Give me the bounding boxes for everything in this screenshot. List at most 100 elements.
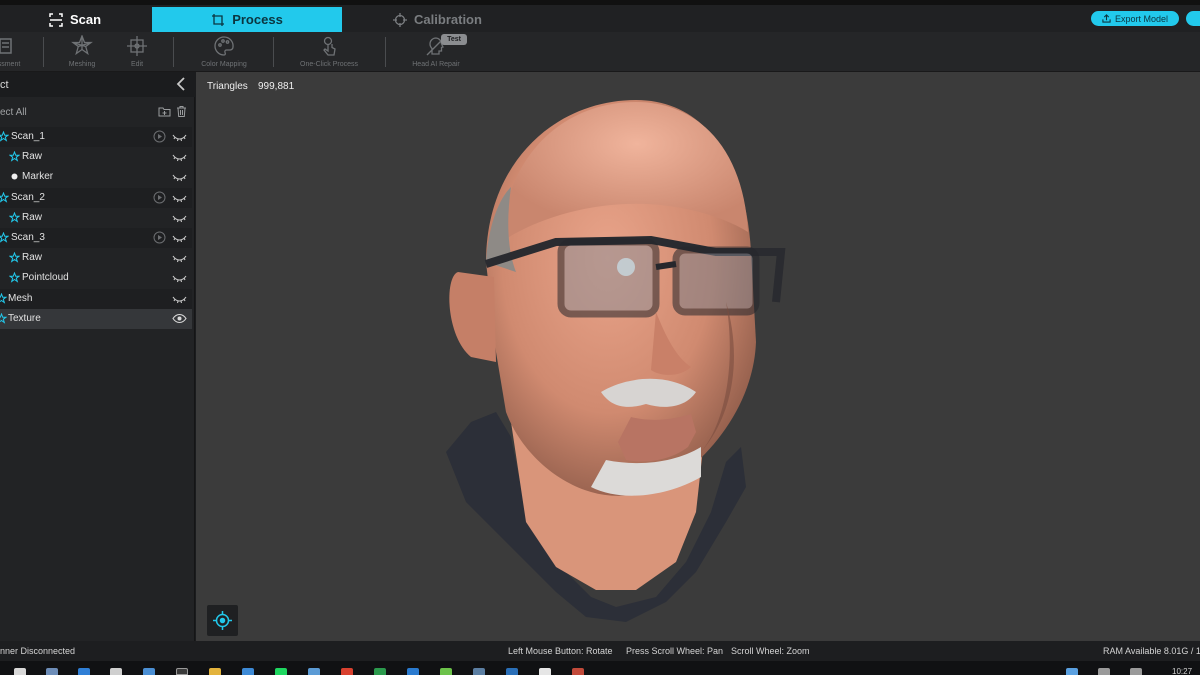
tab-calibration-label: Calibration [414, 12, 482, 27]
tree-item-label: Scan_2 [11, 192, 45, 203]
scan-icon [49, 12, 63, 27]
panel-header: ct [0, 72, 195, 97]
taskbar-app-icon[interactable] [572, 668, 584, 675]
star-node-icon [9, 212, 20, 223]
tree-item-label: Raw [22, 252, 43, 263]
tree-item[interactable]: Scan_2 [0, 188, 192, 208]
taskbar-app-icon[interactable] [341, 668, 353, 675]
process-toolbar: ssment Meshing Edit Color Mapping One-Cl… [0, 32, 1200, 72]
tree-item[interactable]: Raw [0, 147, 192, 167]
tool-one-click-label: One-Click Process [300, 61, 358, 68]
hint-rotate: Left Mouse Button: Rotate [508, 646, 613, 656]
collapse-panel-icon[interactable] [175, 76, 187, 92]
tree-item[interactable]: Raw [0, 248, 192, 268]
edit-icon [127, 36, 147, 56]
scanner-status: nner Disconnected [0, 646, 76, 656]
tree-item-label: Scan_3 [11, 232, 45, 243]
3d-viewport[interactable]: Triangles 999,881 [196, 72, 1200, 641]
taskbar-tray-icon[interactable] [1098, 668, 1110, 675]
reset-view-button[interactable] [207, 605, 238, 636]
add-folder-icon[interactable] [158, 105, 171, 118]
triangles-label: Triangles [207, 81, 248, 92]
taskbar-app-icon[interactable] [176, 668, 188, 675]
taskbar-app-icon[interactable] [209, 668, 221, 675]
dot-node-icon [11, 173, 18, 180]
tool-color-mapping-label: Color Mapping [201, 61, 247, 68]
tool-head-ai-repair-label: Head AI Repair [412, 61, 460, 68]
triangles-count: 999,881 [258, 81, 295, 92]
star-node-icon [9, 252, 20, 263]
eye-closed-icon[interactable] [172, 171, 187, 182]
taskbar-app-icon[interactable] [473, 668, 485, 675]
tree-item-label: Mesh [8, 293, 33, 304]
select-all-row[interactable]: ect All [0, 101, 195, 123]
tool-alignment[interactable]: ssment [0, 35, 24, 71]
play-icon[interactable] [153, 130, 166, 143]
tree-item-label: Pointcloud [22, 272, 69, 283]
align-icon [0, 38, 12, 54]
eye-closed-icon[interactable] [172, 192, 187, 203]
play-icon[interactable] [153, 231, 166, 244]
tab-calibration[interactable]: Calibration [345, 7, 530, 32]
tool-alignment-label: ssment [0, 61, 21, 68]
taskbar-app-icon[interactable] [506, 668, 518, 675]
taskbar-app-icon[interactable] [14, 668, 26, 675]
taskbar-app-icon[interactable] [78, 668, 90, 675]
test-badge: Test [441, 34, 467, 45]
eye-closed-icon[interactable] [172, 131, 187, 142]
star-node-icon [0, 192, 9, 203]
taskbar-app-icon[interactable] [308, 668, 320, 675]
scanned-head-model[interactable] [426, 92, 796, 627]
tab-process-label: Process [232, 12, 283, 27]
eye-closed-icon[interactable] [172, 252, 187, 263]
toolbar-divider [385, 37, 386, 67]
toolbar-divider [43, 37, 44, 67]
taskbar-app-icon[interactable] [275, 668, 287, 675]
status-bar: nner Disconnected Left Mouse Button: Rot… [0, 641, 1200, 661]
tree-item-label: Marker [22, 171, 54, 182]
taskbar-app-icon[interactable] [374, 668, 386, 675]
eye-icon[interactable] [172, 313, 187, 324]
tool-meshing[interactable]: Meshing [62, 35, 102, 71]
process-icon [212, 13, 225, 26]
eye-closed-icon[interactable] [172, 232, 187, 243]
palette-icon [214, 36, 234, 56]
taskbar-app-icon[interactable] [440, 668, 452, 675]
taskbar-app-icon[interactable] [46, 668, 58, 675]
star-node-icon [0, 293, 7, 304]
tree-item[interactable]: Texture [0, 309, 192, 329]
hint-zoom: Scroll Wheel: Zoom [731, 646, 810, 656]
tree-item[interactable]: Scan_3 [0, 228, 192, 248]
eye-closed-icon[interactable] [172, 151, 187, 162]
export-model-button[interactable]: Export Model [1091, 11, 1179, 26]
taskbar-app-icon[interactable] [110, 668, 122, 675]
project-panel: ct ect All Scan_1 Raw Marker Scan_2 Raw Scan_… [0, 72, 195, 641]
tool-one-click-process[interactable]: One-Click Process [296, 35, 362, 71]
tool-edit[interactable]: Edit [122, 35, 152, 71]
extra-action-button[interactable] [1186, 11, 1200, 26]
taskbar-app-icon[interactable] [242, 668, 254, 675]
play-icon[interactable] [153, 191, 166, 204]
tool-color-mapping[interactable]: Color Mapping [196, 35, 252, 71]
tree-item[interactable]: Scan_1 [0, 127, 192, 147]
taskbar-app-icon[interactable] [143, 668, 155, 675]
tree-item[interactable]: Raw [0, 208, 192, 228]
tree-item[interactable]: Marker [0, 167, 192, 187]
tree-item[interactable]: Mesh [0, 289, 192, 309]
taskbar-clock: 10:27 [1172, 667, 1193, 675]
taskbar-tray-icon[interactable] [1130, 668, 1142, 675]
eye-closed-icon[interactable] [172, 272, 187, 283]
star-node-icon [0, 232, 9, 243]
taskbar-app-icon[interactable] [407, 668, 419, 675]
tab-process[interactable]: Process [152, 7, 342, 32]
delete-icon[interactable] [175, 105, 188, 118]
tab-scan-label: Scan [69, 12, 102, 27]
tool-meshing-label: Meshing [68, 61, 96, 68]
os-taskbar: 10:27 [0, 661, 1200, 675]
eye-closed-icon[interactable] [172, 293, 187, 304]
eye-closed-icon[interactable] [172, 212, 187, 223]
taskbar-app-icon[interactable] [539, 668, 551, 675]
tab-scan[interactable]: Scan [0, 7, 150, 32]
taskbar-tray-icon[interactable] [1066, 668, 1078, 675]
tree-item[interactable]: Pointcloud [0, 268, 192, 288]
